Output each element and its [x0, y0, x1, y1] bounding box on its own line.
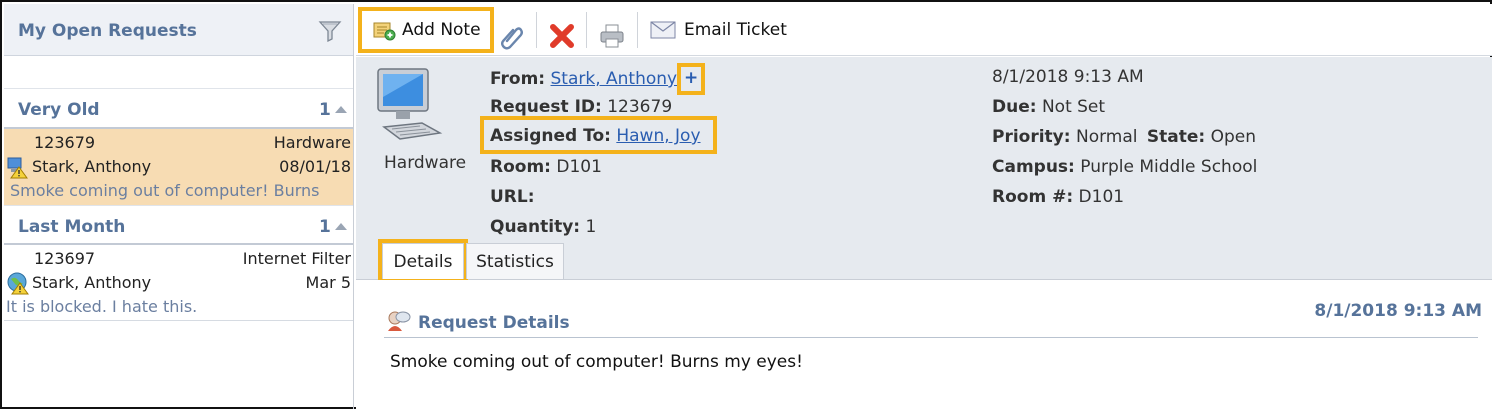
room-value: D101: [556, 157, 602, 177]
email-ticket-label: Email Ticket: [684, 20, 787, 40]
quantity-field: Quantity: 1: [490, 217, 596, 237]
request-description: It is blocked. I hate this.: [6, 297, 198, 316]
request-details-icon: [388, 311, 411, 331]
request-category: Hardware: [273, 133, 351, 152]
add-note-icon: [373, 22, 396, 41]
request-requester: Stark, Anthony: [32, 157, 152, 176]
due-field: Due: Not Set: [992, 97, 1105, 117]
email-icon: [650, 21, 676, 39]
sidebar-title: My Open Requests: [18, 21, 197, 41]
campus-label: Campus:: [992, 157, 1075, 177]
campus-value: Purple Middle School: [1080, 157, 1258, 177]
request-id: 123679: [34, 133, 96, 152]
toolbar-separator: [536, 12, 537, 48]
priority-label: Priority:: [992, 127, 1071, 147]
delete-icon[interactable]: [549, 18, 575, 54]
globe-warning-icon: [7, 272, 29, 295]
group-title: Very Old: [18, 100, 100, 120]
group-header-last-month[interactable]: Last Month 1: [4, 205, 353, 245]
url-label: URL:: [490, 187, 535, 207]
category-label: Hardware: [384, 153, 467, 173]
from-field: From: Stark, Anthony +: [490, 63, 706, 95]
print-icon[interactable]: [599, 18, 625, 54]
room-number-label: Room #:: [992, 187, 1074, 207]
campus-field: Campus: Purple Middle School: [992, 157, 1257, 177]
room-field: Room: D101: [490, 157, 602, 177]
request-id-value: 123679: [607, 97, 673, 117]
collapse-arrow-icon[interactable]: [335, 223, 347, 230]
state-label: State:: [1146, 127, 1206, 147]
computer-warning-icon: [7, 157, 28, 179]
group-count: 1: [319, 100, 331, 120]
add-note-button[interactable]: Add Note: [358, 7, 494, 53]
computer-icon: [377, 68, 443, 140]
group-title: Last Month: [18, 217, 126, 237]
request-list-item[interactable]: 123679 Hardware Stark, Anthony 08/01/18 …: [4, 129, 353, 205]
group-header-very-old[interactable]: Very Old 1: [4, 89, 353, 129]
assigned-to-link[interactable]: Hawn, Joy: [616, 126, 700, 146]
from-link[interactable]: Stark, Anthony: [551, 69, 678, 89]
request-date: Mar 5: [305, 273, 351, 292]
url-field: URL:: [490, 187, 535, 207]
requests-sidebar: My Open Requests Very Old 1 123679 Hardw…: [4, 4, 354, 409]
request-id: 123697: [34, 249, 96, 268]
toolbar-separator: [586, 12, 587, 48]
due-label: Due:: [992, 97, 1037, 117]
collapse-arrow-icon[interactable]: [335, 106, 347, 113]
room-number-value: D101: [1078, 187, 1125, 207]
room-label: Room:: [490, 157, 551, 177]
request-details-date: 8/1/2018 9:13 AM: [1314, 301, 1482, 321]
request-details-text: Smoke coming out of computer! Burns my e…: [390, 352, 803, 372]
assigned-to-label: Assigned To:: [490, 126, 611, 146]
state-value: Open: [1210, 127, 1257, 147]
due-value: Not Set: [1041, 97, 1106, 117]
email-ticket-button[interactable]: Email Ticket: [650, 12, 787, 48]
toolbar: Add Note Email Ticket: [356, 4, 1492, 56]
app-frame: My Open Requests Very Old 1 123679 Hardw…: [0, 0, 1492, 409]
request-id-field: Request ID: 123679: [490, 97, 672, 117]
request-details-title: Request Details: [418, 313, 570, 333]
group-count: 1: [319, 217, 331, 237]
room-number-field: Room #: D101: [992, 187, 1124, 207]
request-requester: Stark, Anthony: [32, 273, 152, 292]
ticket-panel: Add Note Email Ticket Hardware From: Sta…: [356, 4, 1492, 409]
sidebar-header: My Open Requests: [4, 4, 353, 56]
toolbar-separator: [637, 12, 638, 48]
created-datetime: 8/1/2018 9:13 AM: [992, 67, 1144, 87]
tab-statistics[interactable]: Statistics: [466, 243, 564, 279]
section-divider: [384, 337, 1478, 338]
priority-state-field: Priority: Normal State: Open: [992, 127, 1256, 147]
quantity-label: Quantity:: [490, 217, 581, 237]
filter-icon[interactable]: [318, 20, 342, 42]
from-label: From:: [490, 69, 546, 89]
tab-details[interactable]: Details: [378, 239, 468, 283]
priority-value: Normal: [1075, 127, 1138, 147]
attach-icon[interactable]: [500, 18, 524, 54]
request-id-label: Request ID:: [490, 97, 602, 117]
assigned-to-field: Assigned To: Hawn, Joy: [480, 116, 717, 154]
request-details-panel: Request Details 8/1/2018 9:13 AM Smoke c…: [356, 280, 1492, 409]
request-category: Internet Filter: [242, 249, 351, 268]
sidebar-search-area[interactable]: [4, 56, 353, 89]
request-date: 08/01/18: [279, 157, 351, 176]
request-list-item[interactable]: 123697 Internet Filter Stark, Anthony Ma…: [4, 245, 353, 321]
add-note-label: Add Note: [402, 20, 481, 40]
quantity-value: 1: [585, 217, 597, 237]
add-contact-button[interactable]: +: [677, 63, 706, 95]
request-description: Smoke coming out of computer! Burns: [10, 181, 320, 200]
